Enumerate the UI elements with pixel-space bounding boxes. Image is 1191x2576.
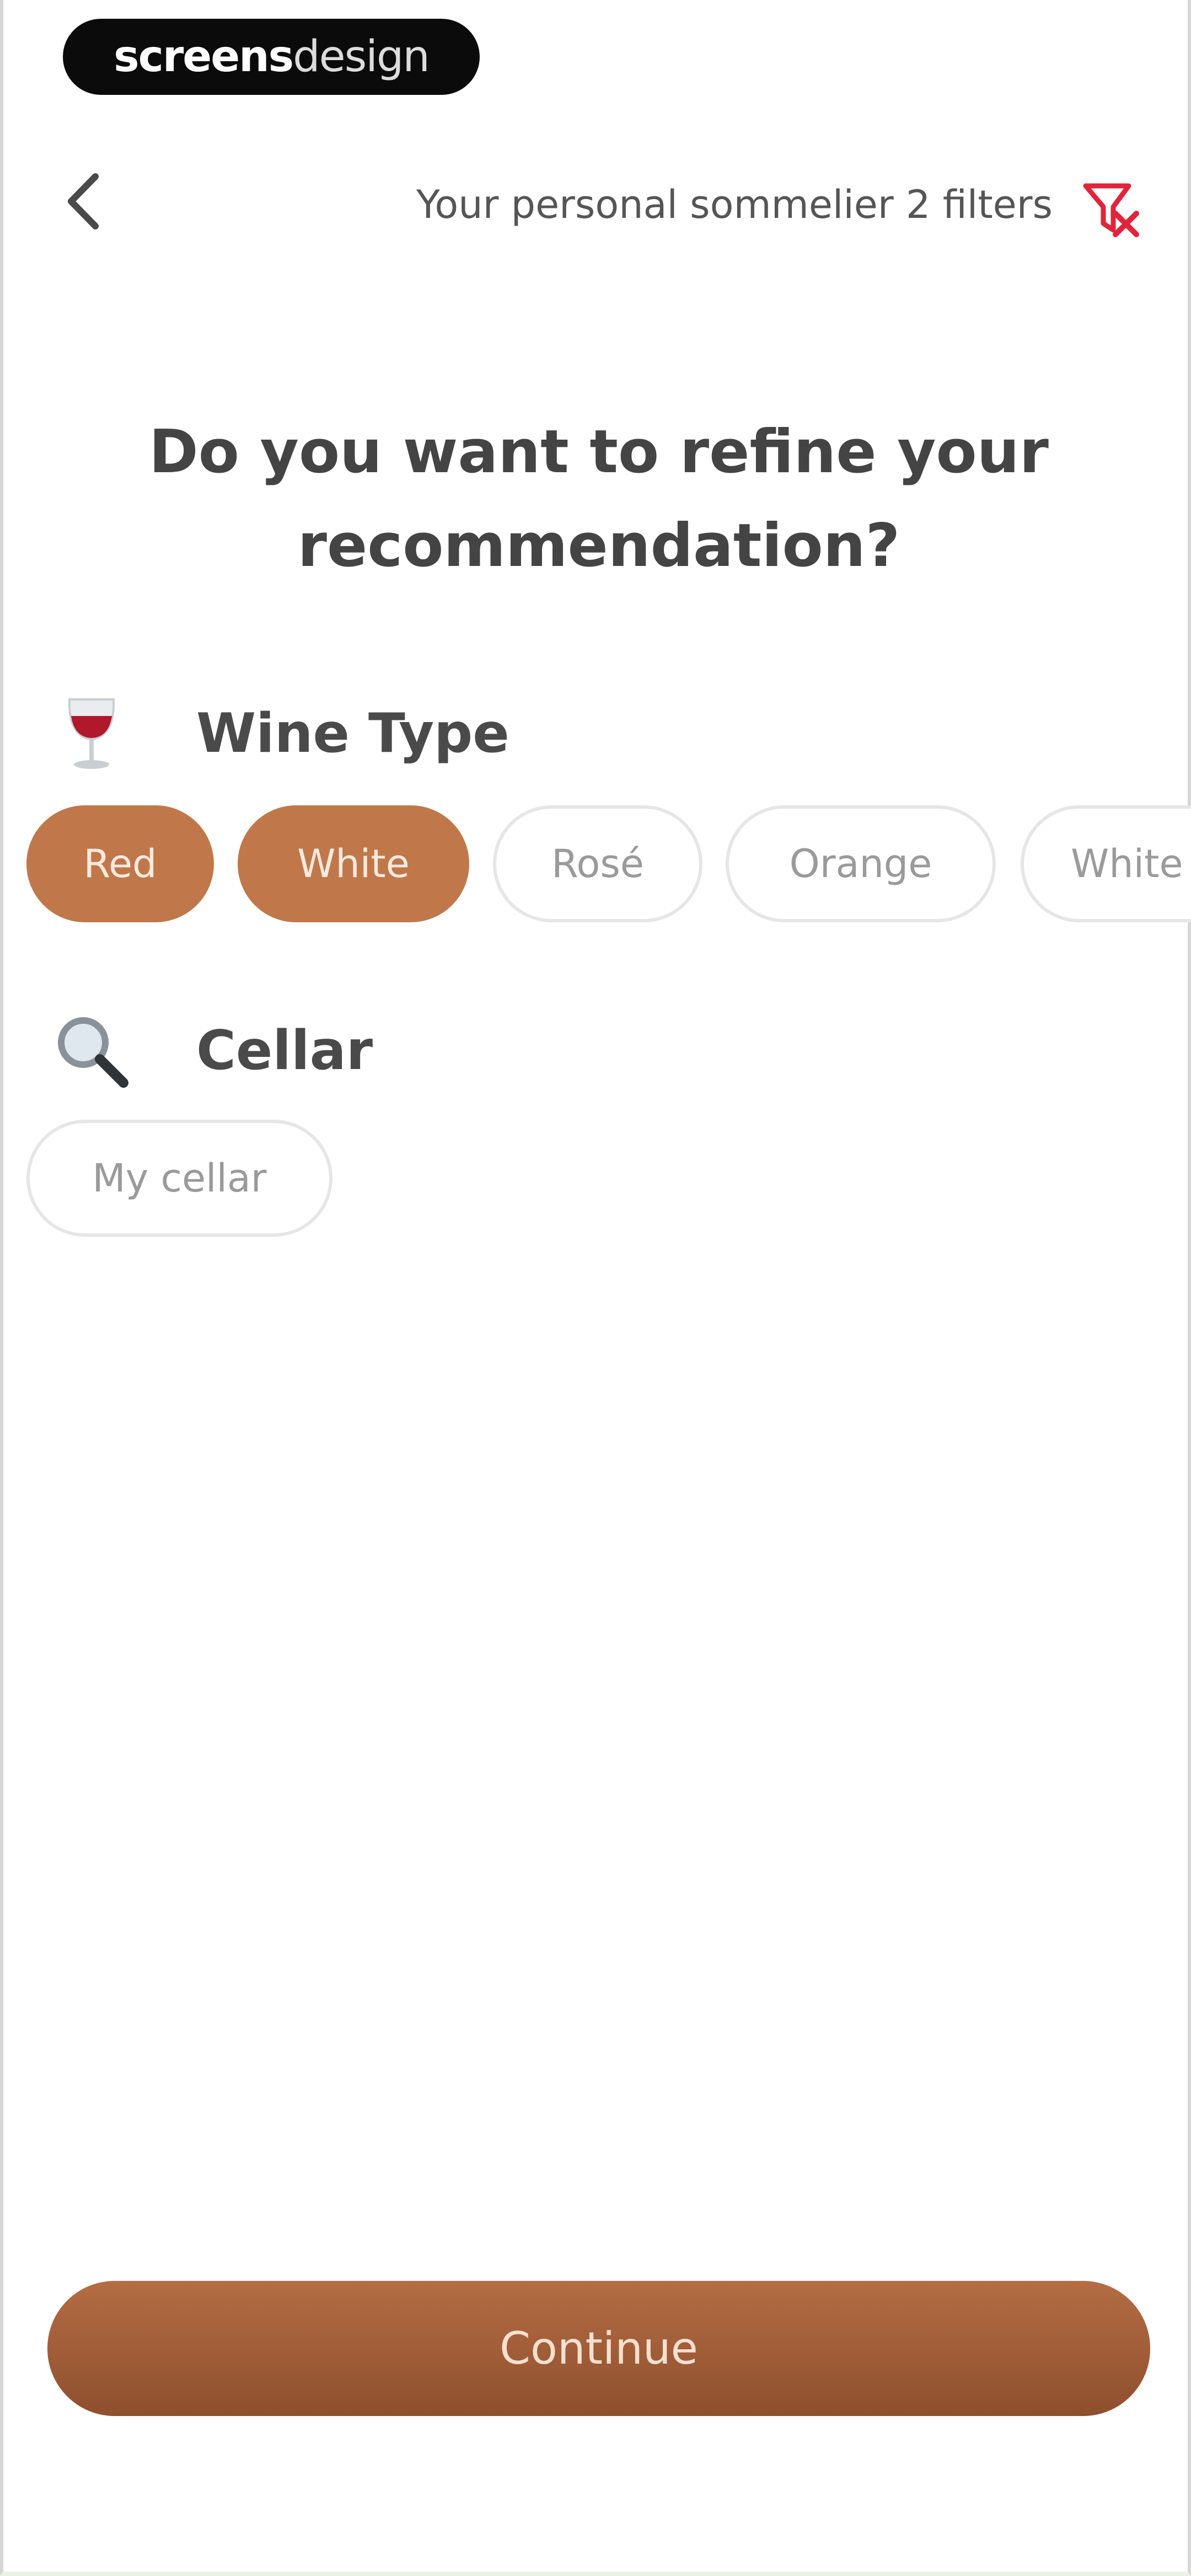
chip-my-cellar[interactable]: My cellar bbox=[26, 1120, 332, 1237]
page-title: Do you want to refine your recommendatio… bbox=[149, 418, 1049, 580]
chip-red[interactable]: Red bbox=[26, 805, 214, 922]
cellar-heading: Cellar bbox=[42, 1012, 373, 1089]
filter-clear-icon bbox=[1083, 183, 1139, 237]
chip-label: Rosé bbox=[551, 841, 644, 886]
header-title: Your personal sommelier 2 filters bbox=[416, 182, 1053, 227]
watermark-badge: screens design bbox=[63, 19, 480, 95]
filter-clear-button[interactable] bbox=[1081, 179, 1142, 240]
chip-label: Red bbox=[83, 841, 157, 886]
wine-type-heading: Wine Type bbox=[42, 695, 509, 772]
wine-glass-icon bbox=[53, 695, 130, 772]
chip-label: White bbox=[297, 841, 410, 886]
chip-orange[interactable]: Orange bbox=[726, 805, 996, 922]
chevron-left-icon bbox=[68, 173, 99, 229]
chip-white-partial[interactable]: White bbox=[1021, 805, 1191, 922]
watermark-light: design bbox=[293, 32, 430, 82]
back-button[interactable] bbox=[53, 171, 114, 232]
chip-rose[interactable]: Rosé bbox=[493, 805, 702, 922]
continue-label: Continue bbox=[500, 2323, 698, 2374]
cellar-label: Cellar bbox=[196, 1019, 373, 1082]
chip-white[interactable]: White bbox=[238, 805, 469, 922]
chip-label: Orange bbox=[789, 841, 932, 886]
continue-button[interactable]: Continue bbox=[47, 2281, 1150, 2416]
magnifying-glass-icon bbox=[53, 1012, 130, 1089]
chip-label: White bbox=[1071, 841, 1183, 886]
wine-type-label: Wine Type bbox=[196, 702, 509, 765]
watermark-bold: screens bbox=[114, 32, 294, 82]
chip-label: My cellar bbox=[92, 1156, 267, 1201]
